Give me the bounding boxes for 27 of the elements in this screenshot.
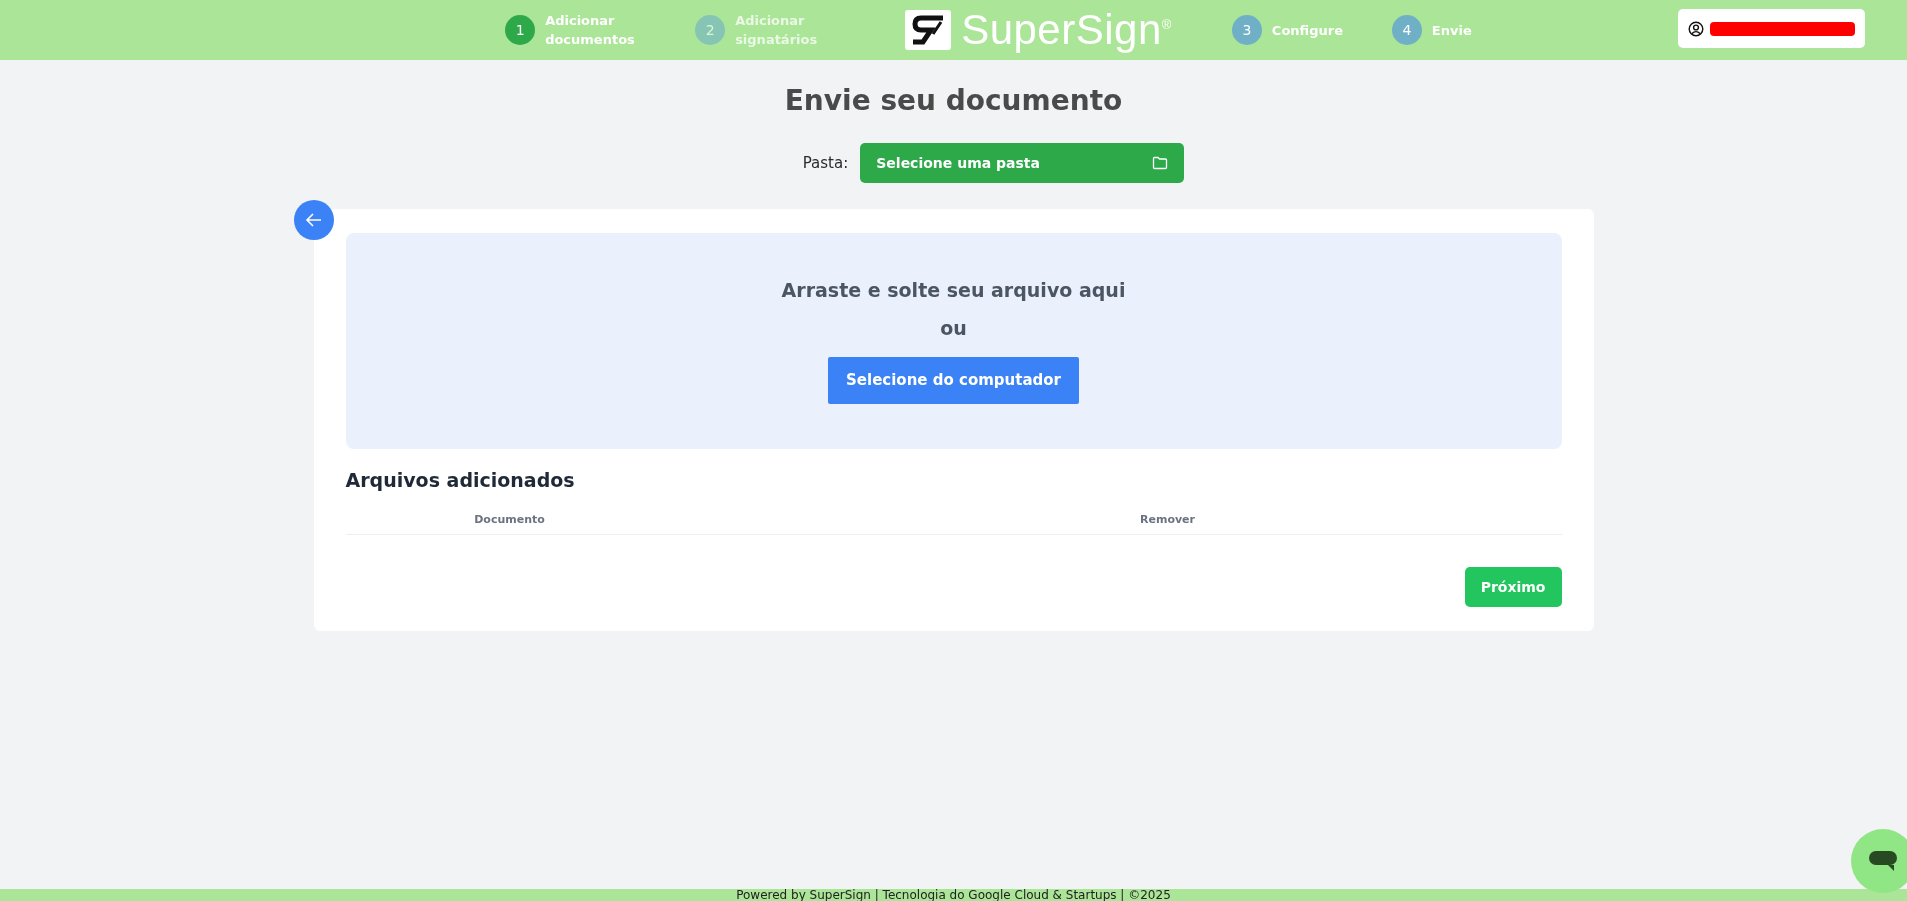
step-number: 4 (1391, 15, 1422, 45)
back-button[interactable] (293, 200, 334, 240)
select-file-button[interactable]: Selecione do computador (828, 356, 1079, 404)
folder-select[interactable]: Selecione uma pasta (860, 143, 1185, 183)
drop-zone[interactable]: Arraste e solte seu arquivo aqui ou Selecione do computador (345, 233, 1562, 449)
step-number: 1 (505, 15, 536, 45)
page-title: Envie seu documento (784, 84, 1123, 117)
logo-icon (905, 10, 952, 50)
step-number: 3 (1231, 15, 1262, 45)
column-header: Documento (474, 513, 545, 526)
folder-icon (1152, 156, 1169, 170)
logo-text: SuperSign$^{®}$ (961, 6, 1172, 54)
column-header: Remover (1140, 513, 1195, 526)
step-number: 2 (695, 15, 726, 45)
folder-label: Pasta: (802, 154, 849, 172)
step-label[interactable]: Configure (1271, 20, 1352, 40)
step-label[interactable]: Adicionar documentos (545, 11, 636, 49)
chat-button[interactable] (1851, 829, 1907, 893)
back-arrow-icon (304, 212, 323, 228)
next-button[interactable]: Próximo (1464, 567, 1562, 607)
or-text: ou (940, 316, 967, 339)
drop-text: Arraste e solte seu arquivo aqui (781, 278, 1126, 301)
section-title: Arquivos adicionados (345, 469, 576, 491)
user-icon (1688, 20, 1704, 37)
user-menu[interactable] (1678, 9, 1865, 48)
step-label[interactable]: Envie (1431, 20, 1512, 40)
chat-icon (1868, 849, 1898, 873)
